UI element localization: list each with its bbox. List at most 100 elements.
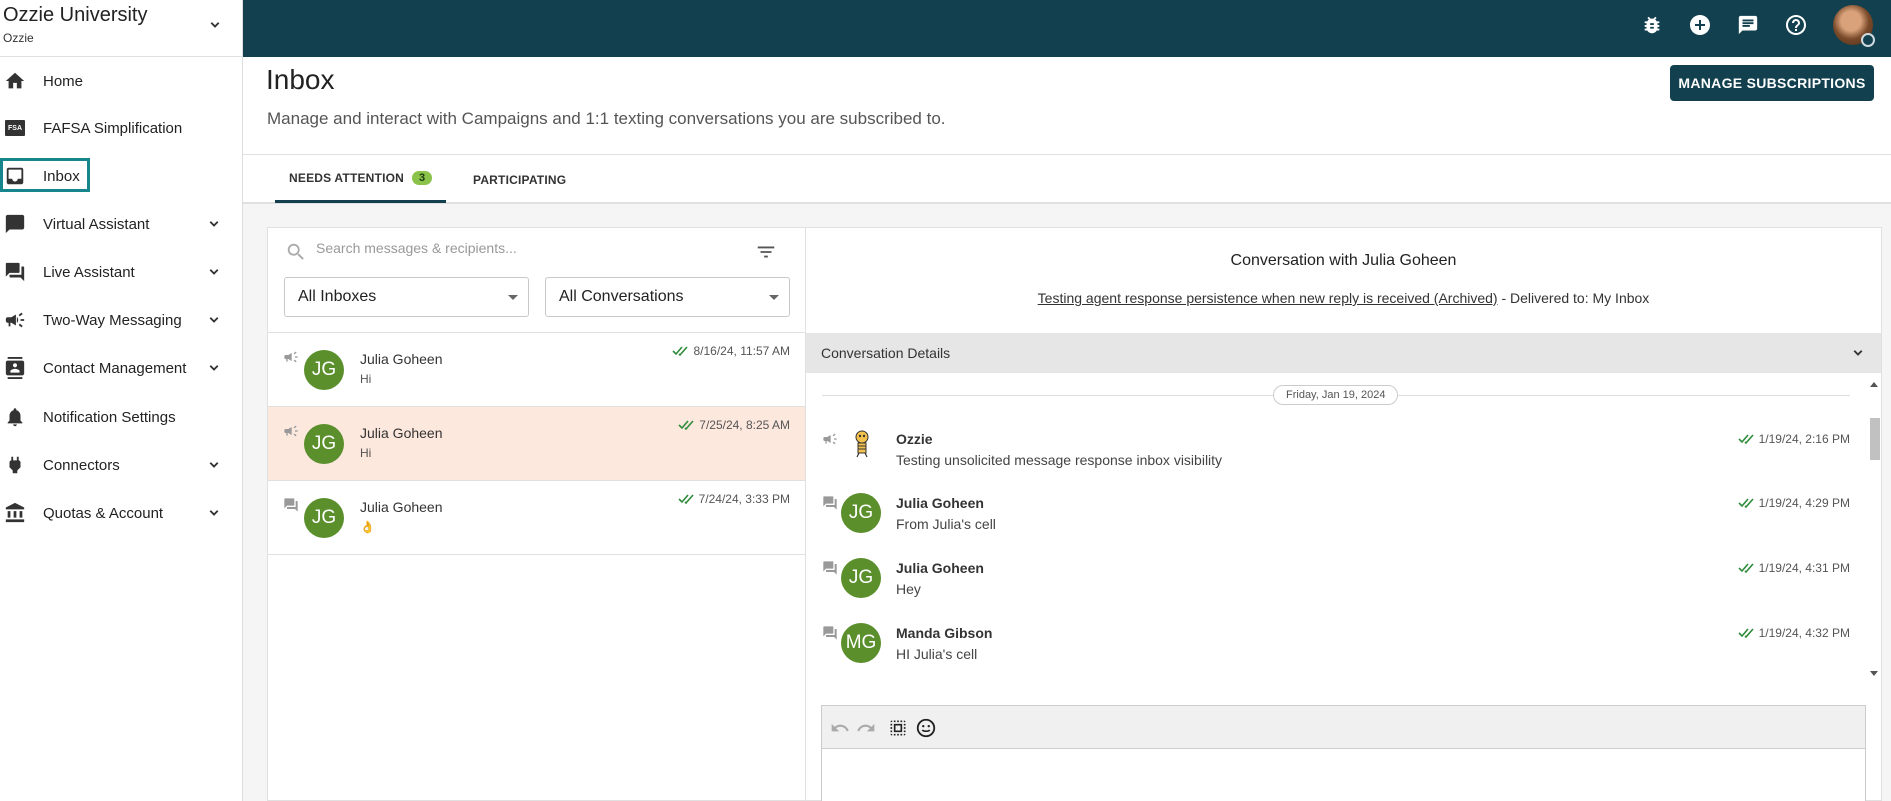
sidebar-item-label: Quotas & Account	[43, 504, 164, 522]
message-text: HI Julia's cell	[896, 646, 978, 662]
timestamp-text: 1/19/24, 4:29 PM	[1758, 496, 1850, 510]
conversation-subtitle: Testing agent response persistence when …	[806, 290, 1881, 306]
sidebar-item-notification-settings[interactable]: Notification Settings	[0, 397, 243, 437]
contacts-icon	[4, 357, 26, 379]
undo-icon[interactable]	[828, 716, 852, 740]
scroll-down-arrow-icon[interactable]	[1870, 671, 1878, 676]
conversation-row[interactable]: JG Julia Goheen 👌 7/24/24, 3:33 PM	[268, 481, 805, 555]
sidebar-item-label: Notification Settings	[43, 408, 176, 426]
tab-label: PARTICIPATING	[473, 172, 567, 187]
org-switcher[interactable]: Ozzie University Ozzie	[0, 0, 242, 57]
conversation-row[interactable]: JG Julia Goheen Hi 8/16/24, 11:57 AM	[268, 333, 805, 407]
double-check-icon	[1738, 628, 1754, 639]
contact-name: Julia Goheen	[360, 351, 443, 367]
tab-needs-attention[interactable]: NEEDS ATTENTION 3	[275, 155, 447, 203]
message-item: JG Julia Goheen Hey 1/19/24, 4:31 PM	[806, 556, 1867, 606]
forum-icon	[4, 261, 26, 283]
sidebar-item-label: FAFSA Simplification	[43, 119, 183, 137]
conversation-list-panel: All Inboxes All Conversations JG Julia G…	[267, 227, 806, 801]
sidebar-item-connectors[interactable]: Connectors	[0, 445, 243, 485]
user-avatar[interactable]	[1833, 5, 1875, 47]
contact-name: Julia Goheen	[360, 425, 443, 441]
sidebar-item-label: Home	[43, 72, 84, 90]
message-item: Ozzie Testing unsolicited message respon…	[806, 427, 1867, 477]
message-preview: Hi	[360, 372, 372, 386]
conversation-row[interactable]: JG Julia Goheen Hi 7/25/24, 8:25 AM	[268, 407, 805, 481]
conversations-select[interactable]: All Conversations	[545, 277, 790, 317]
double-check-icon	[1738, 498, 1754, 509]
chat-bubble-icon	[4, 213, 26, 235]
tab-bar: NEEDS ATTENTION 3 PARTICIPATING	[243, 155, 1891, 204]
conversations-select-value: All Conversations	[559, 288, 684, 305]
emoji-icon[interactable]	[914, 716, 938, 740]
timestamp: 1/19/24, 4:31 PM	[1738, 561, 1850, 575]
chevron-down-icon	[209, 510, 219, 516]
timestamp: 1/19/24, 4:32 PM	[1738, 626, 1850, 640]
bell-icon	[4, 406, 26, 428]
active-outline	[0, 158, 90, 192]
top-bar	[243, 0, 1891, 57]
ozzie-mascot-icon	[855, 430, 869, 458]
delivered-to-text: - Delivered to: My Inbox	[1497, 290, 1650, 306]
timestamp-text: 7/24/24, 3:33 PM	[698, 492, 790, 506]
timestamp-text: 8/16/24, 11:57 AM	[693, 344, 790, 358]
inbox-select[interactable]: All Inboxes	[284, 277, 529, 317]
timestamp-text: 7/25/24, 8:25 AM	[699, 418, 790, 432]
sidebar-item-live-assistant[interactable]: Live Assistant	[0, 252, 243, 292]
conversation-details-toggle[interactable]: Conversation Details	[806, 333, 1881, 373]
conversation-title: Conversation with Julia Goheen	[1230, 252, 1457, 269]
sidebar-item-two-way-messaging[interactable]: Two-Way Messaging	[0, 300, 243, 340]
message-text: Testing unsolicited message response inb…	[896, 452, 1223, 468]
details-label: Conversation Details	[821, 345, 951, 361]
message-item: JG Julia Goheen From Julia's cell 1/19/2…	[806, 491, 1867, 541]
avatar: MG	[841, 623, 881, 663]
message-preview: 👌	[360, 520, 375, 534]
megaphone-icon	[4, 309, 26, 331]
timestamp: 7/25/24, 8:25 AM	[678, 418, 790, 432]
search-input[interactable]	[316, 240, 716, 256]
sidebar: Ozzie University Ozzie Home FSA FAFSA Si…	[0, 0, 243, 801]
help-icon[interactable]	[1783, 12, 1809, 38]
chevron-down-icon	[209, 365, 219, 371]
search-bar	[268, 228, 805, 274]
sender-name: Ozzie	[896, 431, 933, 447]
sidebar-item-inbox[interactable]: Inbox	[0, 156, 243, 196]
tab-participating[interactable]: PARTICIPATING	[459, 155, 580, 204]
feedback-icon[interactable]	[1735, 12, 1761, 38]
message-scrollbar[interactable]	[1867, 378, 1881, 678]
chevron-down-icon	[1853, 350, 1863, 356]
manage-subscriptions-button[interactable]: MANAGE SUBSCRIPTIONS	[1670, 65, 1874, 101]
sidebar-item-label: Two-Way Messaging	[43, 311, 182, 329]
sidebar-item-fafsa[interactable]: FSA FAFSA Simplification	[0, 108, 243, 148]
count-badge: 3	[412, 170, 433, 185]
page-subtitle: Manage and interact with Campaigns and 1…	[267, 109, 946, 128]
message-composer[interactable]	[821, 749, 1866, 801]
scroll-thumb[interactable]	[1870, 418, 1880, 460]
sidebar-item-contact-management[interactable]: Contact Management	[0, 348, 243, 388]
dropdown-caret-icon	[769, 295, 779, 300]
double-check-icon	[678, 420, 694, 431]
avatar: JG	[841, 558, 881, 598]
composer-toolbar	[821, 705, 1866, 749]
add-circle-icon[interactable]	[1687, 12, 1713, 38]
redo-icon[interactable]	[854, 716, 878, 740]
sidebar-item-quotas-account[interactable]: Quotas & Account	[0, 493, 243, 533]
select-all-icon[interactable]	[886, 716, 910, 740]
filter-icon[interactable]	[755, 241, 777, 263]
chat-icon	[823, 561, 837, 575]
sender-name: Julia Goheen	[896, 495, 984, 511]
tab-label: NEEDS ATTENTION	[289, 170, 405, 185]
sidebar-item-label: Connectors	[43, 456, 120, 474]
sidebar-item-virtual-assistant[interactable]: Virtual Assistant	[0, 204, 243, 244]
scroll-up-arrow-icon[interactable]	[1870, 382, 1878, 387]
conversation-detail-panel: Conversation with Julia Goheen Testing a…	[806, 227, 1882, 801]
fsa-icon: FSA	[4, 117, 26, 139]
chevron-down-icon	[210, 22, 220, 28]
chevron-down-icon	[209, 269, 219, 275]
message-text: From Julia's cell	[896, 516, 996, 532]
sidebar-item-home[interactable]: Home	[0, 61, 243, 101]
campaign-link[interactable]: Testing agent response persistence when …	[1038, 290, 1498, 306]
bug-icon[interactable]	[1639, 12, 1665, 38]
avatar: JG	[304, 498, 344, 538]
sender-name: Julia Goheen	[896, 560, 984, 576]
